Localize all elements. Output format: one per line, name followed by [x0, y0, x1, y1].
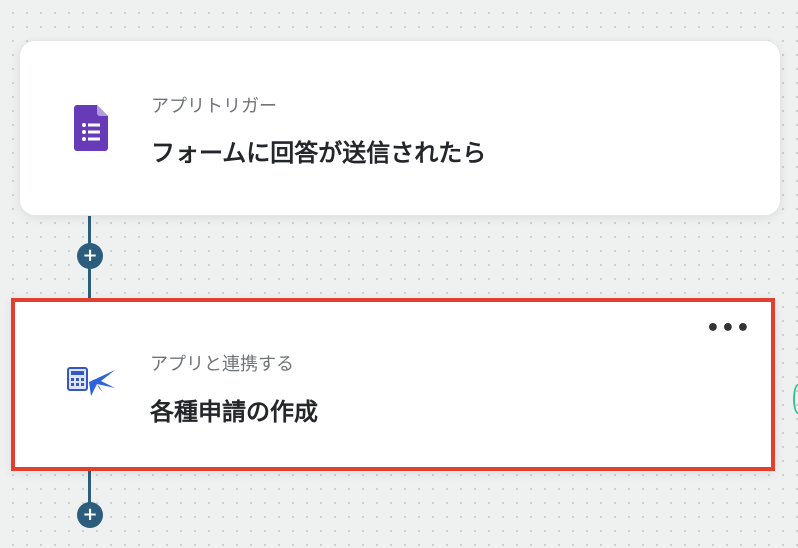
- add-step-button-2[interactable]: +: [77, 502, 103, 528]
- google-forms-icon: [74, 105, 108, 155]
- expense-app-icon: [67, 366, 117, 404]
- side-handle-icon[interactable]: [793, 384, 798, 414]
- action-step-title: 各種申請の作成: [150, 398, 318, 426]
- add-step-button-1[interactable]: +: [77, 243, 103, 269]
- action-step-card[interactable]: ••• アプリと連携する 各種申請の作成: [11, 298, 775, 471]
- trigger-step-title: フォームに回答が送信されたら: [151, 139, 487, 167]
- action-step-type: アプリと連携する: [150, 354, 294, 375]
- trigger-step-type: アプリトリガー: [151, 96, 277, 117]
- more-options-icon[interactable]: •••: [706, 318, 751, 340]
- trigger-step-card[interactable]: アプリトリガー フォームに回答が送信されたら: [19, 40, 781, 216]
